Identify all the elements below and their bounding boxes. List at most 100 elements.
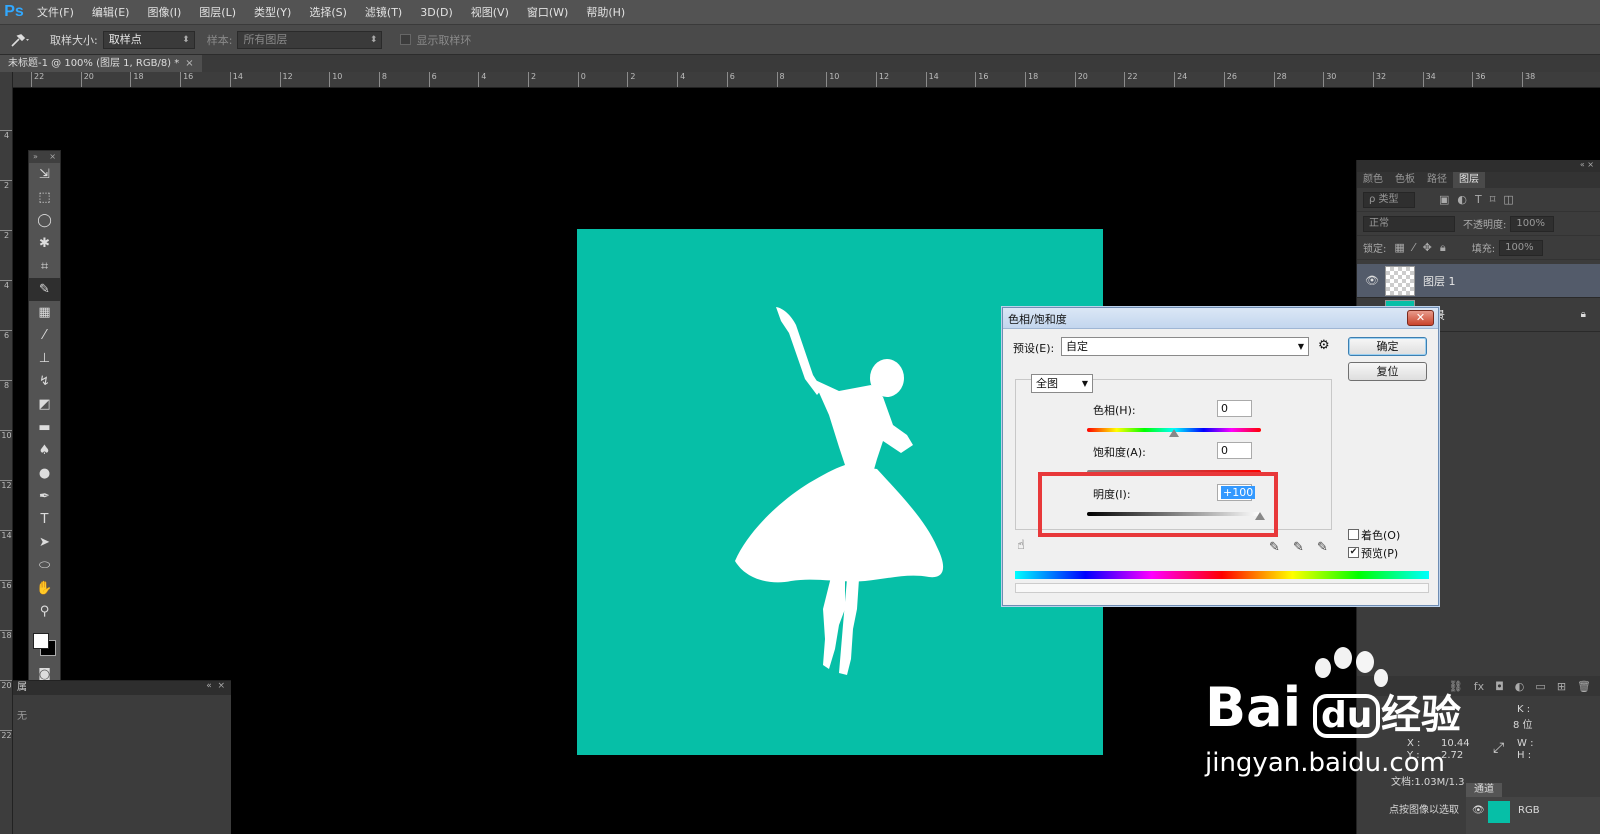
ruler-tick: 4 [478, 72, 486, 87]
tab-channels[interactable]: 通道 [1466, 783, 1502, 797]
opacity-input[interactable]: 100% [1510, 215, 1555, 232]
tab-paths[interactable]: 路径 [1421, 172, 1453, 188]
link-layers-icon[interactable]: ⛓︎ [1449, 680, 1463, 693]
magic-wand-tool[interactable]: ✱ [29, 232, 60, 255]
hand-tool[interactable]: ✋ [29, 577, 60, 600]
dodge-tool[interactable]: ● [29, 462, 60, 485]
delete-layer-icon[interactable]: 🗑︎ [1577, 680, 1591, 693]
show-ring-checkbox[interactable] [400, 34, 412, 45]
zoom-tool[interactable]: ⚲ [29, 600, 60, 623]
new-layer-icon[interactable]: ⊞ [1557, 680, 1566, 693]
fill-input[interactable]: 100% [1499, 239, 1544, 256]
hue-slider-thumb[interactable] [1169, 429, 1179, 437]
lock-move-icon[interactable]: ✥ [1423, 241, 1432, 254]
menu-view[interactable]: 视图(V) [462, 0, 518, 25]
sample-select[interactable]: 所有图层 [237, 30, 383, 49]
blend-row: 正常 不透明度: 100% [1357, 212, 1600, 236]
range-select[interactable]: 全图 ▼ [1031, 374, 1093, 393]
properties-tab[interactable]: 属 [17, 681, 27, 695]
reset-button[interactable]: 复位 [1348, 362, 1427, 381]
channel-row-rgb[interactable]: 👁︎ RGB [1466, 797, 1600, 834]
preset-options-gear-icon[interactable]: ⚙ [1318, 338, 1330, 353]
close-tab-icon[interactable]: × [185, 58, 193, 69]
menu-edit[interactable]: 编辑(E) [83, 0, 139, 25]
filter-adjustment-icon[interactable]: ◐ [1457, 193, 1467, 206]
dialog-title-bar[interactable]: 色相/饱和度 ✕ [1003, 308, 1438, 329]
menu-type[interactable]: 类型(Y) [245, 0, 300, 25]
type-tool[interactable]: T [29, 508, 60, 531]
panel-collapse-icon[interactable]: « × [1357, 160, 1600, 172]
adjustment-layer-icon[interactable]: ◐ [1515, 680, 1525, 693]
saturation-input[interactable]: 0 [1217, 442, 1252, 459]
eyedropper-plus-icon[interactable]: ✎ [1293, 540, 1304, 555]
gradient-tool[interactable]: ▬ [29, 416, 60, 439]
eraser-tool[interactable]: ◩ [29, 393, 60, 416]
close-dialog-button[interactable]: ✕ [1407, 310, 1434, 326]
sample-size-select[interactable]: 取样点 [102, 30, 195, 49]
menu-3d[interactable]: 3D(D) [411, 0, 462, 25]
menu-file[interactable]: 文件(F) [28, 0, 83, 25]
layer-filter-select[interactable]: ρ 类型 [1363, 191, 1415, 208]
tab-color[interactable]: 颜色 [1357, 172, 1389, 188]
lock-transparent-icon[interactable]: ▦ [1394, 241, 1404, 254]
layer-row-1[interactable]: 👁︎ 图层 1 [1357, 264, 1600, 298]
preset-select[interactable]: 自定 ▼ [1061, 337, 1309, 356]
visibility-eye-icon[interactable]: 👁︎ [1365, 274, 1379, 287]
foreground-color-swatch[interactable] [33, 633, 49, 649]
ok-button[interactable]: 确定 [1348, 337, 1427, 356]
ruler-tick: 4 [0, 130, 12, 141]
collapse-icon[interactable]: » [33, 151, 38, 163]
menu-layer[interactable]: 图层(L) [190, 0, 245, 25]
tools-panel-header[interactable]: » × [29, 151, 60, 163]
eyedropper-tool[interactable]: ✎ [29, 278, 60, 301]
clone-stamp-tool[interactable]: ⊥ [29, 347, 60, 370]
document-tab-title: 未标题-1 @ 100% (图层 1, RGB/8) * [8, 58, 180, 69]
lasso-tool[interactable]: ◯ [29, 209, 60, 232]
ellipse-tool[interactable]: ⬭ [29, 554, 60, 577]
add-mask-icon[interactable]: ◘ [1495, 680, 1504, 693]
menu-filter[interactable]: 滤镜(T) [356, 0, 411, 25]
healing-brush-tool[interactable]: ▦ [29, 301, 60, 324]
on-image-adjust-hand-icon[interactable]: ☝ [1017, 538, 1025, 553]
preview-checkbox[interactable]: ✔ [1348, 547, 1359, 558]
marquee-tool[interactable]: ⬚ [29, 186, 60, 209]
new-group-icon[interactable]: ▭ [1535, 680, 1545, 693]
eyedropper-icon[interactable]: ✎ [1269, 540, 1280, 555]
filter-smart-object-icon[interactable]: ◫ [1503, 193, 1513, 206]
color-spectrum-bar [1015, 571, 1429, 579]
tab-layers[interactable]: 图层 [1453, 172, 1485, 188]
blend-mode-select[interactable]: 正常 [1363, 215, 1455, 232]
menu-window[interactable]: 窗口(W) [518, 0, 577, 25]
pen-tool[interactable]: ✒ [29, 485, 60, 508]
fx-icon[interactable]: fx [1474, 680, 1484, 693]
filter-pixel-icon[interactable]: ▣ [1439, 193, 1449, 206]
lock-paint-icon[interactable]: ⁄ [1413, 241, 1415, 254]
visibility-eye-icon[interactable]: 👁︎ [1472, 805, 1485, 816]
close-panel-icon[interactable]: × [49, 151, 56, 163]
crop-tool[interactable]: ⌗ [29, 255, 60, 278]
ruler-tick: 22 [31, 72, 44, 87]
filter-type-icon[interactable]: T [1475, 193, 1482, 206]
history-brush-tool[interactable]: ↯ [29, 370, 60, 393]
blur-tool[interactable]: ♠ [29, 439, 60, 462]
magic-wand-icon: ✱ [39, 236, 50, 251]
move-tool[interactable]: ⇲ [29, 163, 60, 186]
document-tab[interactable]: 未标题-1 @ 100% (图层 1, RGB/8) * × [0, 55, 202, 72]
colorize-checkbox[interactable] [1348, 529, 1359, 540]
menu-image[interactable]: 图像(I) [138, 0, 190, 25]
lock-all-icon[interactable]: 🔒︎ [1440, 241, 1446, 255]
hue-input[interactable]: 0 [1217, 400, 1252, 417]
preview-label: 预览(P) [1361, 547, 1399, 560]
filter-shape-icon[interactable]: ⌑ [1490, 193, 1496, 206]
ruler-tick: 12 [0, 480, 12, 490]
color-swatches[interactable] [29, 623, 60, 663]
eyedropper-tool-preset[interactable] [0, 25, 40, 55]
menu-help[interactable]: 帮助(H) [577, 0, 634, 25]
eyedropper-minus-icon[interactable]: ✎ [1317, 540, 1328, 555]
ruler-tick: 14 [229, 72, 243, 87]
collapse-icon[interactable]: « × [206, 681, 225, 695]
brush-tool[interactable]: ⁄ [29, 324, 60, 347]
menu-select[interactable]: 选择(S) [300, 0, 356, 25]
path-selection-tool[interactable]: ➤ [29, 531, 60, 554]
tab-swatches[interactable]: 色板 [1389, 172, 1421, 188]
